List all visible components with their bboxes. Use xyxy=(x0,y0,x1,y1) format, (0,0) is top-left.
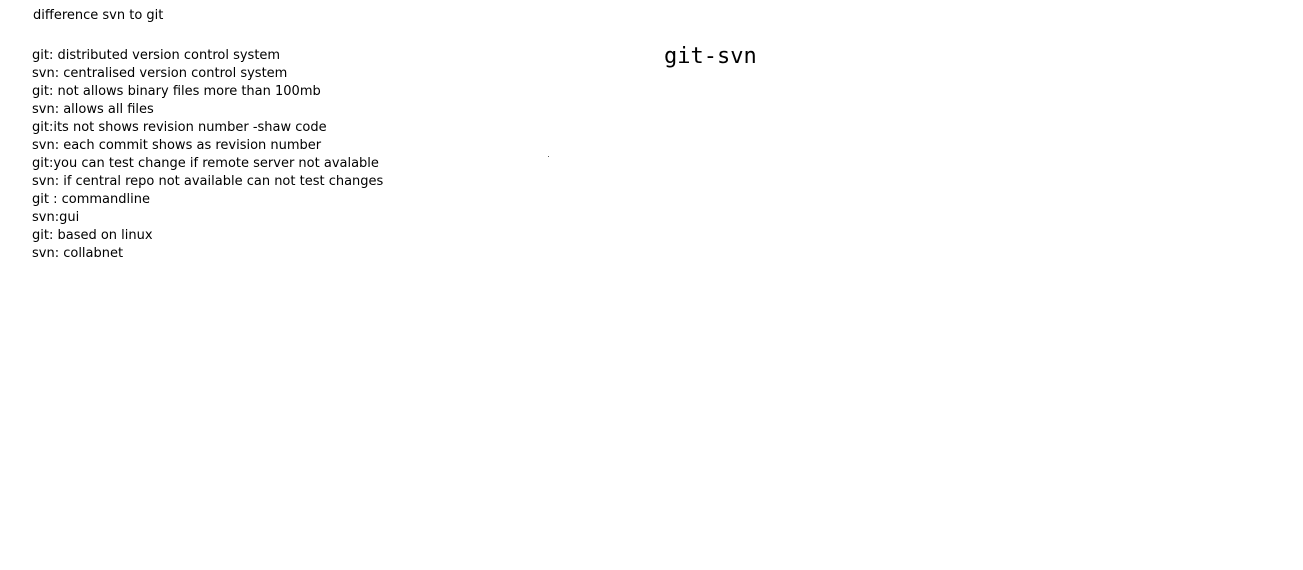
list-item: git : commandline xyxy=(32,192,150,207)
list-item: svn: allows all files xyxy=(32,102,154,117)
list-item: git: distributed version control system xyxy=(32,48,281,63)
list-item: git: not allows binary files more than 1… xyxy=(32,84,321,99)
list-item: git:you can test change if remote server… xyxy=(32,156,379,171)
side-title: git-svn xyxy=(664,44,757,69)
comparison-list: git: distributed version control system … xyxy=(32,47,383,263)
list-item: git:its not shows revision number -shaw … xyxy=(32,120,327,135)
list-item: svn: centralised version control system xyxy=(32,66,288,81)
list-item: svn: if central repo not available can n… xyxy=(32,174,384,189)
list-item: svn:gui xyxy=(32,210,80,225)
list-item: svn: collabnet xyxy=(32,246,124,261)
document-heading: difference svn to git xyxy=(33,8,164,23)
stray-dot xyxy=(548,156,549,157)
list-item: svn: each commit shows as revision numbe… xyxy=(32,138,322,153)
list-item: git: based on linux xyxy=(32,228,153,243)
